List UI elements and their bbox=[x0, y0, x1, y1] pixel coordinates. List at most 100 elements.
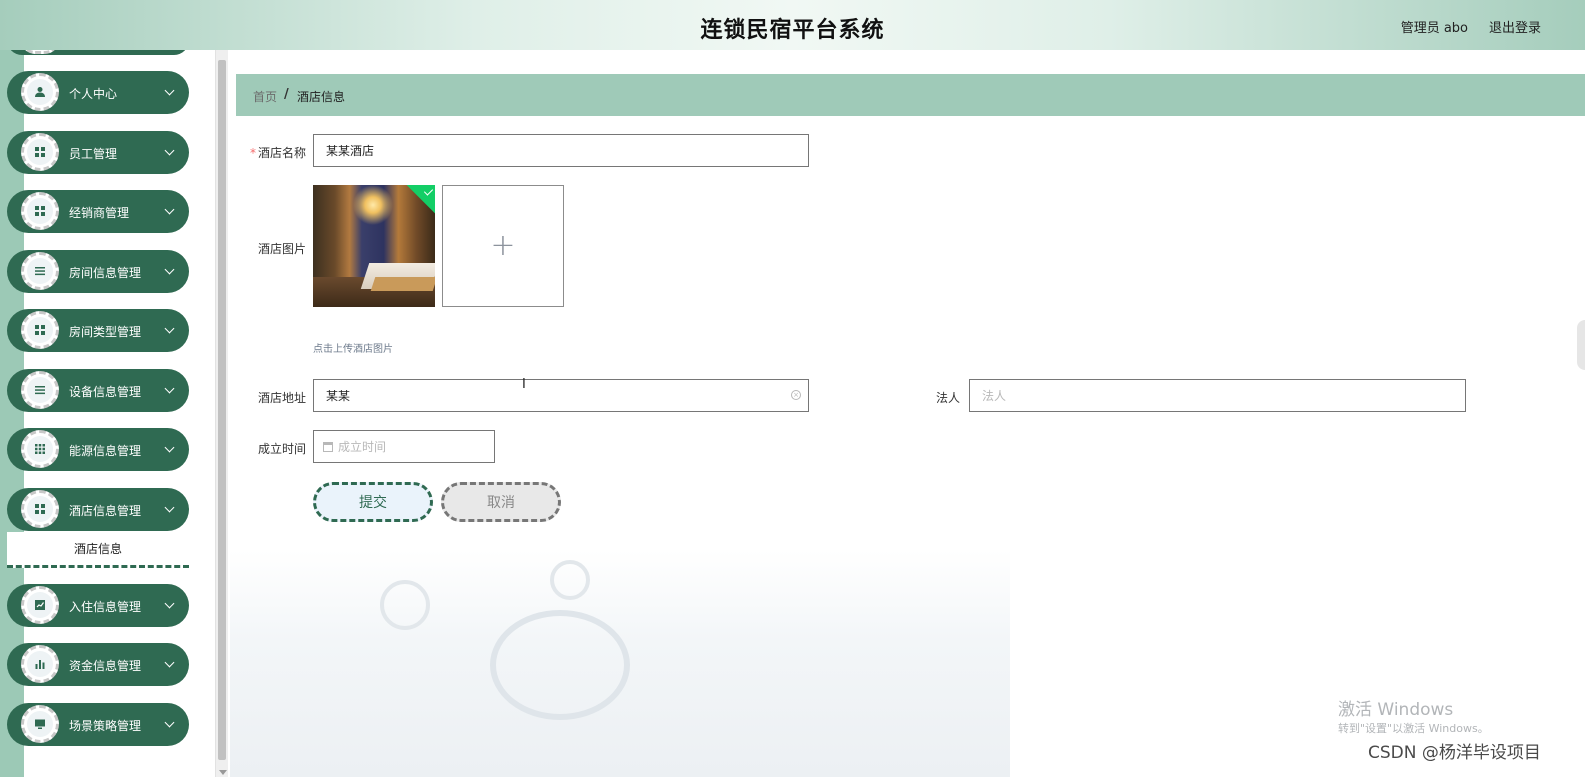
sidebar-item-personal-center[interactable]: 个人中心 bbox=[7, 71, 189, 114]
chevron-down-icon bbox=[164, 323, 175, 334]
sidebar-item-hotel-info[interactable]: 酒店信息管理 bbox=[7, 488, 189, 531]
current-user: 管理员 abo bbox=[1400, 21, 1468, 36]
gear-icon bbox=[21, 705, 59, 743]
text-cursor-icon: I bbox=[522, 377, 526, 392]
decor-ring bbox=[490, 610, 630, 720]
grid-icon bbox=[35, 504, 45, 514]
hotel-image-label: 酒店图片 bbox=[257, 242, 306, 256]
decor-ring bbox=[380, 580, 430, 630]
gear-icon bbox=[21, 50, 59, 54]
sidebar-item-label: 资金信息管理 bbox=[69, 659, 142, 673]
gear-icon bbox=[21, 430, 59, 468]
gear-icon bbox=[21, 133, 59, 171]
windows-activation-title: 激活 Windows bbox=[1338, 700, 1454, 720]
required-mark: * bbox=[249, 146, 256, 160]
hotel-address-input[interactable] bbox=[313, 379, 809, 412]
person-icon bbox=[35, 87, 45, 97]
cancel-button[interactable]: 取消 bbox=[441, 482, 561, 522]
chevron-down-icon bbox=[164, 85, 175, 96]
image-bed-base bbox=[370, 277, 435, 291]
gear-icon bbox=[21, 371, 59, 409]
chevron-down-icon bbox=[164, 717, 175, 728]
breadcrumb: 首页 / 酒店信息 bbox=[236, 74, 1585, 116]
sidebar-item-funds[interactable]: 资金信息管理 bbox=[7, 643, 189, 686]
submenu-label: 酒店信息 bbox=[73, 542, 122, 556]
sidebar-item-label: 房间信息管理 bbox=[69, 266, 142, 280]
decor-ring bbox=[550, 560, 590, 600]
founded-time-label: 成立时间 bbox=[257, 442, 306, 456]
gear-icon bbox=[21, 73, 59, 111]
app-title: 连锁民宿平台系统 bbox=[700, 18, 885, 43]
legal-person-label: 法人 bbox=[935, 391, 960, 405]
gear-icon bbox=[21, 192, 59, 230]
list-icon bbox=[35, 267, 45, 276]
sidebar-item-label: 酒店信息管理 bbox=[69, 504, 142, 518]
grid-icon bbox=[35, 147, 45, 157]
breadcrumb-separator: / bbox=[284, 87, 289, 102]
sidebar-item-checkin[interactable]: 入住信息管理 bbox=[7, 584, 189, 627]
chevron-down-icon bbox=[164, 204, 175, 215]
sidebar-item-label: 经销商管理 bbox=[69, 206, 130, 220]
sidebar-item-room-type[interactable]: 房间类型管理 bbox=[7, 309, 189, 352]
submit-button[interactable]: 提交 bbox=[313, 482, 433, 522]
sidebar-scrollbar[interactable] bbox=[215, 50, 228, 777]
sidebar-item-equipment[interactable]: 设备信息管理 bbox=[7, 369, 189, 412]
upload-tip: 点击上传酒店图片 bbox=[313, 344, 393, 355]
windows-activation-subtitle: 转到"设置"以激活 Windows。 bbox=[1338, 722, 1489, 735]
main-content: 首页 / 酒店信息 *酒店名称 酒店图片 + 点击上传酒店图片 酒店地址 × I… bbox=[230, 50, 1585, 777]
sidebar-item-scene-strategy[interactable]: 场景策略管理 bbox=[7, 703, 189, 746]
chevron-down-icon bbox=[164, 657, 175, 668]
sidebar: 个人中心 员工管理 经销商管理 房间信息管理 房间类型管理 设备信息管理 能源信… bbox=[0, 50, 230, 777]
top-header: 连锁民宿平台系统 管理员 abo 退出登录 bbox=[0, 0, 1585, 50]
sidebar-item-label: 员工管理 bbox=[69, 147, 118, 161]
legal-person-input[interactable] bbox=[969, 379, 1466, 412]
sidebar-item-partial[interactable] bbox=[7, 50, 189, 55]
gear-icon bbox=[21, 490, 59, 528]
sidebar-item-dealer[interactable]: 经销商管理 bbox=[7, 190, 189, 233]
right-edge-handle[interactable] bbox=[1577, 320, 1585, 370]
breadcrumb-home[interactable]: 首页 bbox=[253, 88, 277, 105]
logout-link[interactable]: 退出登录 bbox=[1489, 17, 1541, 36]
chevron-down-icon bbox=[164, 502, 175, 513]
gear-icon bbox=[21, 645, 59, 683]
hotel-name-label: * 酒店名称 bbox=[230, 144, 306, 161]
gear-icon bbox=[21, 311, 59, 349]
monitor-icon bbox=[35, 719, 45, 729]
grid-dots-icon bbox=[35, 444, 45, 454]
csdn-watermark: CSDN @杨洋毕设项目 bbox=[1368, 743, 1541, 763]
submenu-hotel-info[interactable]: 酒店信息 bbox=[7, 532, 189, 568]
plus-icon: + bbox=[490, 228, 516, 263]
chevron-down-icon bbox=[164, 264, 175, 275]
founded-time-picker[interactable] bbox=[313, 430, 495, 463]
sidebar-item-label: 房间类型管理 bbox=[69, 325, 142, 339]
hotel-address-label: 酒店地址 bbox=[257, 391, 306, 405]
gear-icon bbox=[21, 586, 59, 624]
sidebar-item-label: 场景策略管理 bbox=[69, 719, 142, 733]
sidebar-item-room-info[interactable]: 房间信息管理 bbox=[7, 250, 189, 293]
hotel-name-label-text: 酒店名称 bbox=[257, 146, 306, 160]
chevron-down-icon bbox=[164, 383, 175, 394]
breadcrumb-current: 酒店信息 bbox=[297, 90, 346, 104]
uploaded-hotel-image[interactable] bbox=[313, 185, 435, 307]
sidebar-item-label: 入住信息管理 bbox=[69, 600, 142, 614]
clear-input-icon[interactable]: × bbox=[791, 390, 801, 400]
scroll-down-arrow-icon[interactable] bbox=[219, 770, 227, 775]
chevron-down-icon bbox=[164, 145, 175, 156]
list-icon bbox=[35, 386, 45, 395]
chevron-down-icon bbox=[164, 598, 175, 609]
background-decoration bbox=[230, 550, 1010, 777]
sidebar-item-staff[interactable]: 员工管理 bbox=[7, 131, 189, 174]
founded-time-input[interactable] bbox=[338, 432, 488, 461]
chevron-down-icon bbox=[164, 442, 175, 453]
hotel-name-input[interactable] bbox=[313, 134, 809, 167]
grid-icon bbox=[35, 206, 45, 216]
grid-icon bbox=[35, 325, 45, 335]
gear-icon bbox=[21, 252, 59, 290]
chart-line-icon bbox=[35, 600, 45, 610]
sidebar-item-label: 能源信息管理 bbox=[69, 444, 142, 458]
scrollbar-thumb[interactable] bbox=[218, 60, 226, 760]
sidebar-item-energy[interactable]: 能源信息管理 bbox=[7, 428, 189, 471]
sidebar-item-label: 个人中心 bbox=[69, 87, 118, 101]
bar-chart-icon bbox=[35, 660, 45, 669]
upload-add-button[interactable]: + bbox=[442, 185, 564, 307]
